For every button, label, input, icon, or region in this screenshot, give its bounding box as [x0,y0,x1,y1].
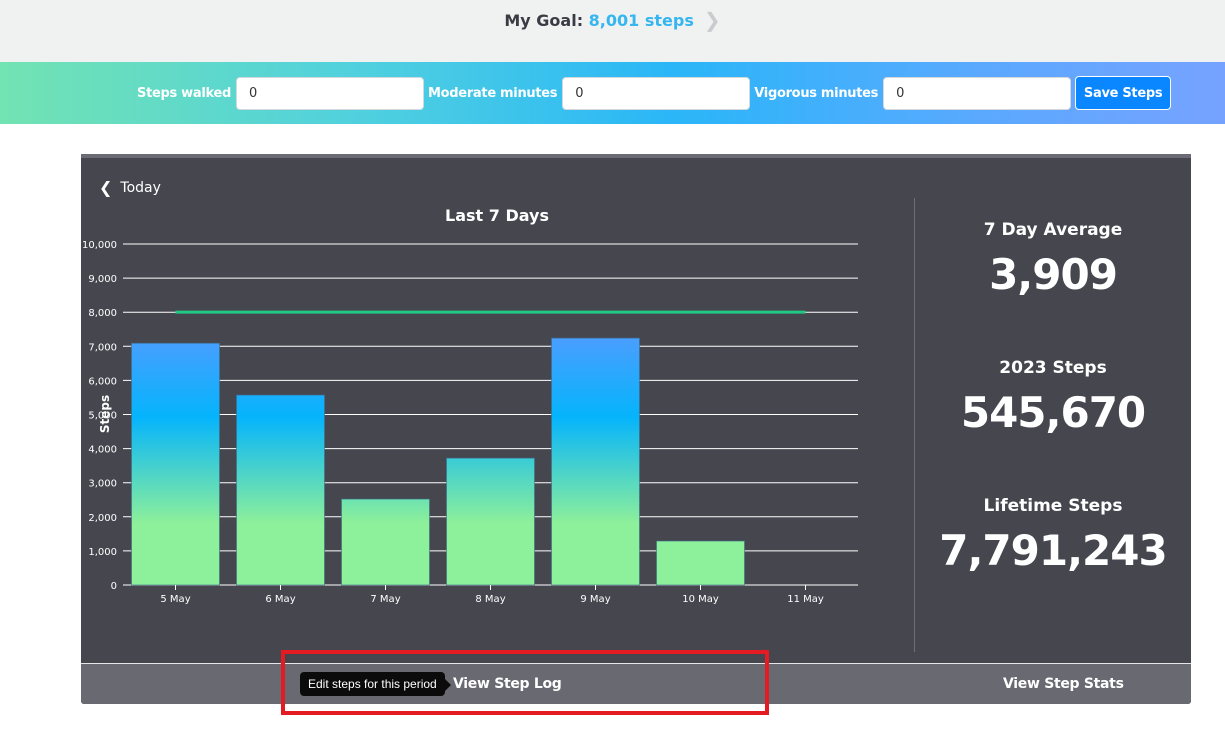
stat-label: Lifetime Steps [983,496,1123,516]
y-tick-label: 2,000 [88,513,117,524]
x-tick-label: 9 May [580,594,610,605]
goal-summary[interactable]: My Goal: 8,001 steps [504,11,694,30]
stat-value: 3,909 [989,250,1118,299]
steps-walked-input[interactable] [236,76,425,110]
stat-label: 7 Day Average [983,220,1123,240]
y-tick-label: 3,000 [88,479,117,490]
y-tick-label: 1,000 [88,547,117,558]
bar-5-may [131,342,220,586]
x-tick-label: 10 May [682,594,719,605]
steps-card: ❮ Today Last 7 Days 0 1,000 2,000 3,000 4,00… [81,154,1191,704]
vigorous-minutes-input[interactable] [883,76,1072,110]
bar-10-may [656,540,745,586]
y-tick-label: 10,000 [82,240,117,251]
step-entry-form: Steps walked Moderate minutes Vigorous m… [0,62,1225,124]
x-tick-label: 6 May [265,594,295,605]
x-tick-label: 11 May [787,594,824,605]
x-tick-label: 7 May [370,594,400,605]
goal-bar: My Goal: 8,001 steps ❯ [0,0,1225,62]
stat-lifetime-steps: Lifetime Steps 7,791,243 [915,496,1191,575]
stat-value: 545,670 [960,388,1146,437]
x-tick-label: 8 May [475,594,505,605]
moderate-minutes-input[interactable] [562,76,751,110]
moderate-minutes-label: Moderate minutes [428,85,558,101]
view-step-log-link[interactable]: View Step Log [453,676,562,692]
vigorous-minutes-label: Vigorous minutes [754,85,879,101]
stat-year-steps: 2023 Steps 545,670 [915,358,1191,437]
stat-label: 2023 Steps [999,358,1107,378]
y-axis-label: Steps [98,395,112,433]
y-tick-label: 6,000 [88,376,117,387]
steps-walked-label: Steps walked [137,85,232,101]
stat-7-day-average: 7 Day Average 3,909 [915,220,1191,299]
x-tick-label: 5 May [160,594,190,605]
bar-6-may [236,394,325,586]
y-tick-label: 4,000 [88,445,117,456]
view-step-stats-link[interactable]: View Step Stats [1003,676,1124,692]
steps-bar-chart: 01,0002,0003,0004,0005,0006,0007,0008,00… [82,240,858,605]
card-footer: Edit steps for this period View Step Log… [81,663,1191,704]
y-tick-label: 9,000 [88,274,117,285]
bar-9-may [551,337,640,586]
y-tick-label: 0 [111,581,117,592]
edit-steps-tooltip: Edit steps for this period [300,672,451,696]
goal-label: My Goal: [504,10,584,30]
chevron-right-icon[interactable]: ❯ [704,8,721,32]
y-tick-label: 8,000 [88,308,117,319]
goal-value[interactable]: 8,001 steps [589,11,694,30]
y-tick-label: 7,000 [88,342,117,353]
bar-8-may [446,457,535,586]
stat-value: 7,791,243 [939,526,1167,575]
bar-7-may [341,498,430,586]
save-steps-button[interactable]: Save Steps [1075,76,1172,110]
